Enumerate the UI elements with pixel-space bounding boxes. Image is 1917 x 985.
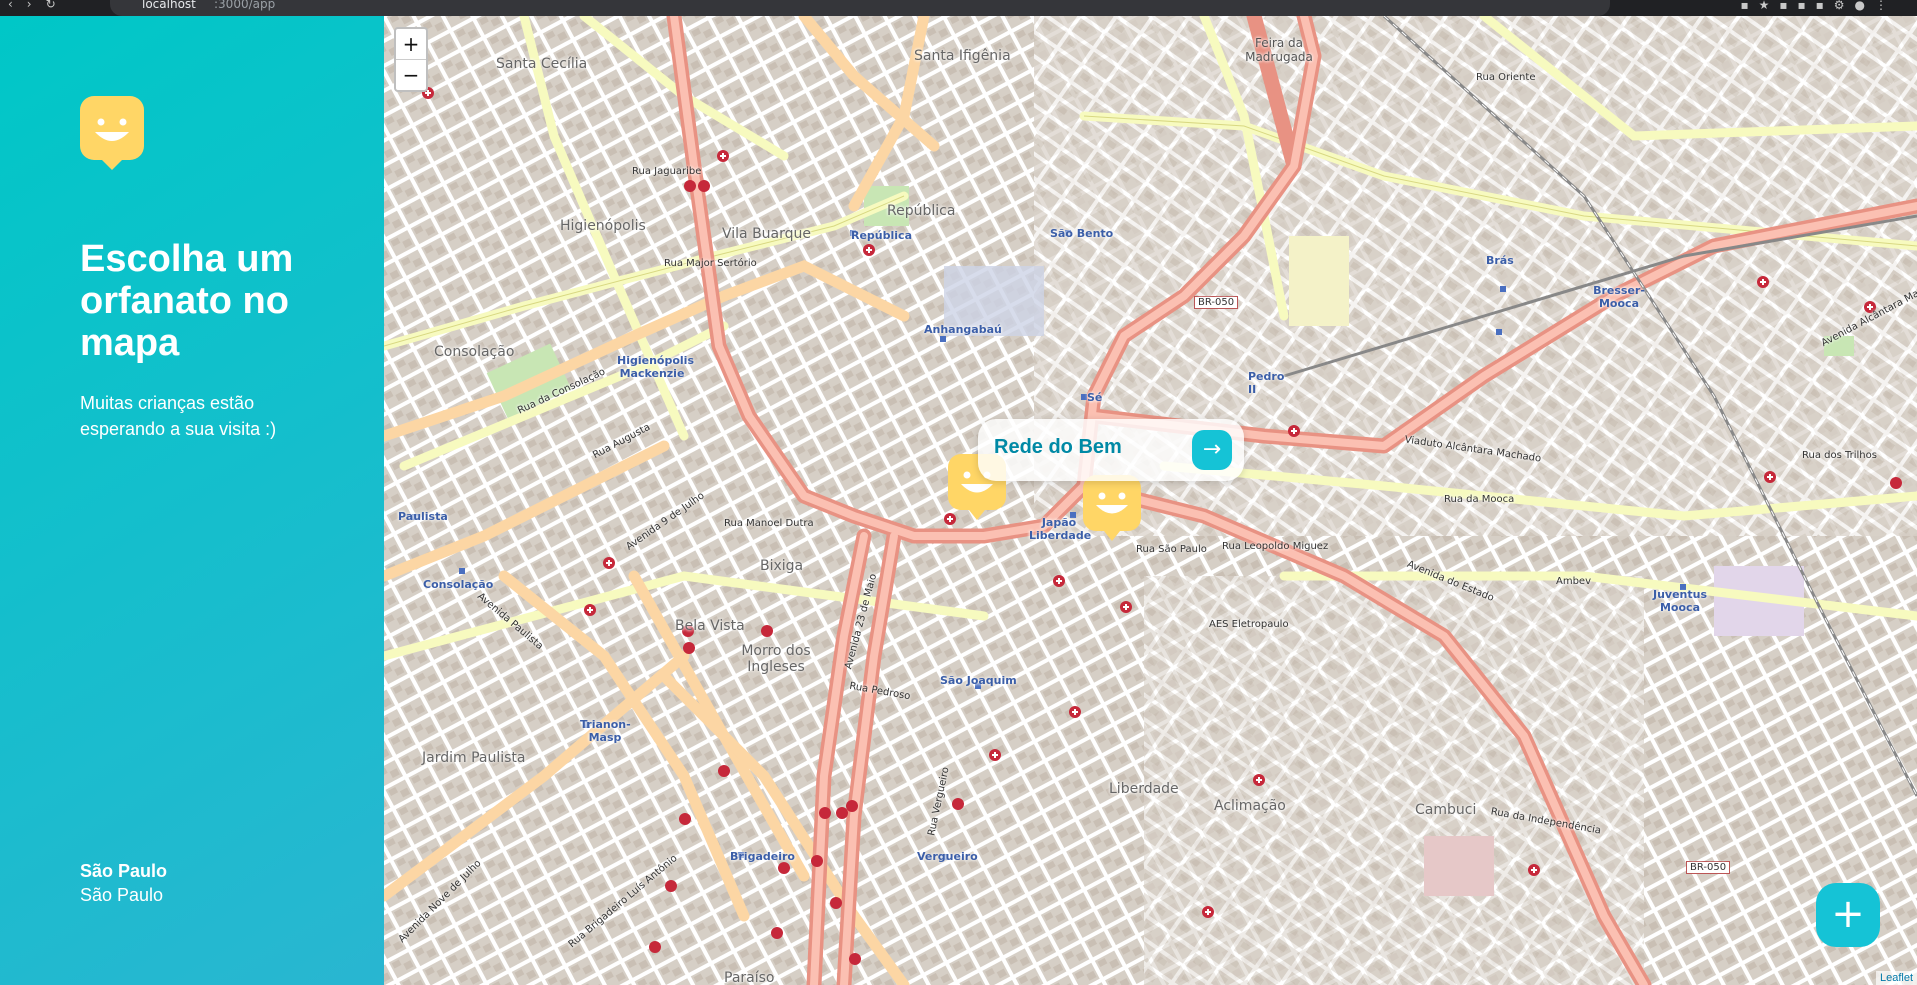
label-bras: Brás — [1486, 254, 1514, 267]
label-se: Sé — [1087, 391, 1103, 404]
label-trianon-masp: Trianon-Masp — [580, 718, 631, 744]
extension-icons[interactable]: ▪★▪▪▪⚙●⋮ — [1740, 0, 1897, 12]
street-mooca: Rua da Mooca — [1444, 494, 1515, 505]
label-republica-station: República — [851, 229, 912, 242]
map-tiles[interactable] — [384, 16, 1917, 985]
street-trilhos: Rua dos Trilhos — [1802, 450, 1877, 461]
label-br050-2: BR-050 — [1686, 861, 1731, 874]
label-paulista: Paulista — [398, 510, 448, 523]
label-bresser: Bresser-Mooca — [1593, 284, 1645, 310]
page-title: Escolha um orfanato no mapa — [80, 238, 294, 364]
label-republica: República — [887, 203, 956, 219]
url-host: localhost — [142, 0, 196, 11]
label-bixiga: Bixiga — [760, 558, 804, 574]
address-bar[interactable]: localhost :3000/app — [110, 0, 1610, 16]
label-sao-joaquim: São Joaquim — [940, 674, 1017, 687]
label-consolacao-station: Consolação — [423, 578, 494, 591]
sidebar: Escolha um orfanato no mapa Muitas crian… — [0, 16, 384, 985]
label-higienopolis-mackenzie: Higienópolis Mackenzie — [617, 354, 694, 380]
url-path: :3000/app — [214, 0, 276, 11]
street-sertorio: Rua Major Sertório — [664, 258, 757, 269]
city-name: São Paulo — [80, 861, 168, 881]
street-oriente: Rua Oriente — [1476, 72, 1536, 83]
browser-nav-icons[interactable]: ‹›↻ — [8, 0, 70, 11]
label-santa-cecilia: Santa Cecília — [496, 56, 588, 72]
map-attribution[interactable]: Leaflet — [1875, 971, 1917, 985]
label-feira-madrugada: Feira da Madrugada — [1245, 36, 1313, 64]
label-consolacao: Consolação — [434, 344, 515, 360]
label-anhangabau: Anhangabaú — [924, 323, 1002, 336]
label-sao-bento: São Bento — [1050, 227, 1114, 240]
zoom-out-button[interactable]: − — [396, 59, 426, 90]
street-sao-paulo: Rua São Paulo — [1136, 544, 1207, 555]
label-vergueiro: Vergueiro — [917, 850, 978, 863]
street-manoel-dutra: Rua Manoel Dutra — [724, 518, 814, 529]
orphanage-name: Rede do Bem — [994, 436, 1122, 458]
page-subtitle: Muitas crianças estão esperando a sua vi… — [80, 393, 277, 439]
orphanage-marker-icon[interactable] — [1083, 475, 1141, 543]
label-vila-buarque: Vila Buarque — [722, 226, 812, 242]
label-santa-ifigenia: Santa Ifigênia — [914, 48, 1011, 64]
zoom-in-button[interactable]: + — [396, 29, 426, 59]
map[interactable]: Santa Cecília Santa Ifigênia República R… — [384, 16, 1917, 985]
location-footer: São Paulo São Paulo — [80, 859, 167, 907]
label-higienopolis: Higienópolis — [560, 218, 646, 234]
label-morro-dos-ingleses: Morro dos Ingleses — [741, 643, 811, 675]
label-liberdade: Liberdade — [1109, 781, 1179, 797]
street-leopoldo: Rua Leopoldo Miguez — [1222, 541, 1329, 552]
happy-logo-icon — [80, 96, 144, 170]
arrow-right-icon[interactable]: → — [1192, 430, 1232, 470]
label-br050: BR-050 — [1194, 296, 1239, 309]
label-brigadeiro: Brigadeiro — [730, 850, 795, 863]
label-bela-vista: Bela Vista — [675, 618, 745, 634]
label-juventus-mooca: Juventus Mooca — [1652, 588, 1708, 614]
label-japao-liberdade: Japão Liberdade — [1029, 516, 1092, 542]
state-name: São Paulo — [80, 885, 164, 905]
label-cambuci: Cambuci — [1415, 802, 1477, 818]
street-jaguaribe: Rua Jaguaribe — [632, 166, 702, 177]
create-orphanage-button[interactable]: + — [1816, 883, 1880, 947]
label-jardim-paulista: Jardim Paulista — [422, 750, 526, 766]
zoom-control: + − — [394, 27, 428, 92]
label-aclimacao: Aclimação — [1214, 798, 1286, 814]
label-aes: AES Eletropaulo — [1209, 619, 1289, 630]
label-ambev: Ambev — [1556, 576, 1591, 587]
label-paraiso: Paraíso — [724, 970, 775, 985]
label-pedro-ii: Pedro II — [1248, 370, 1285, 396]
browser-toolbar: ‹›↻ localhost :3000/app ▪★▪▪▪⚙●⋮ — [0, 0, 1917, 16]
orphanage-popup: Rede do Bem → — [978, 419, 1244, 481]
